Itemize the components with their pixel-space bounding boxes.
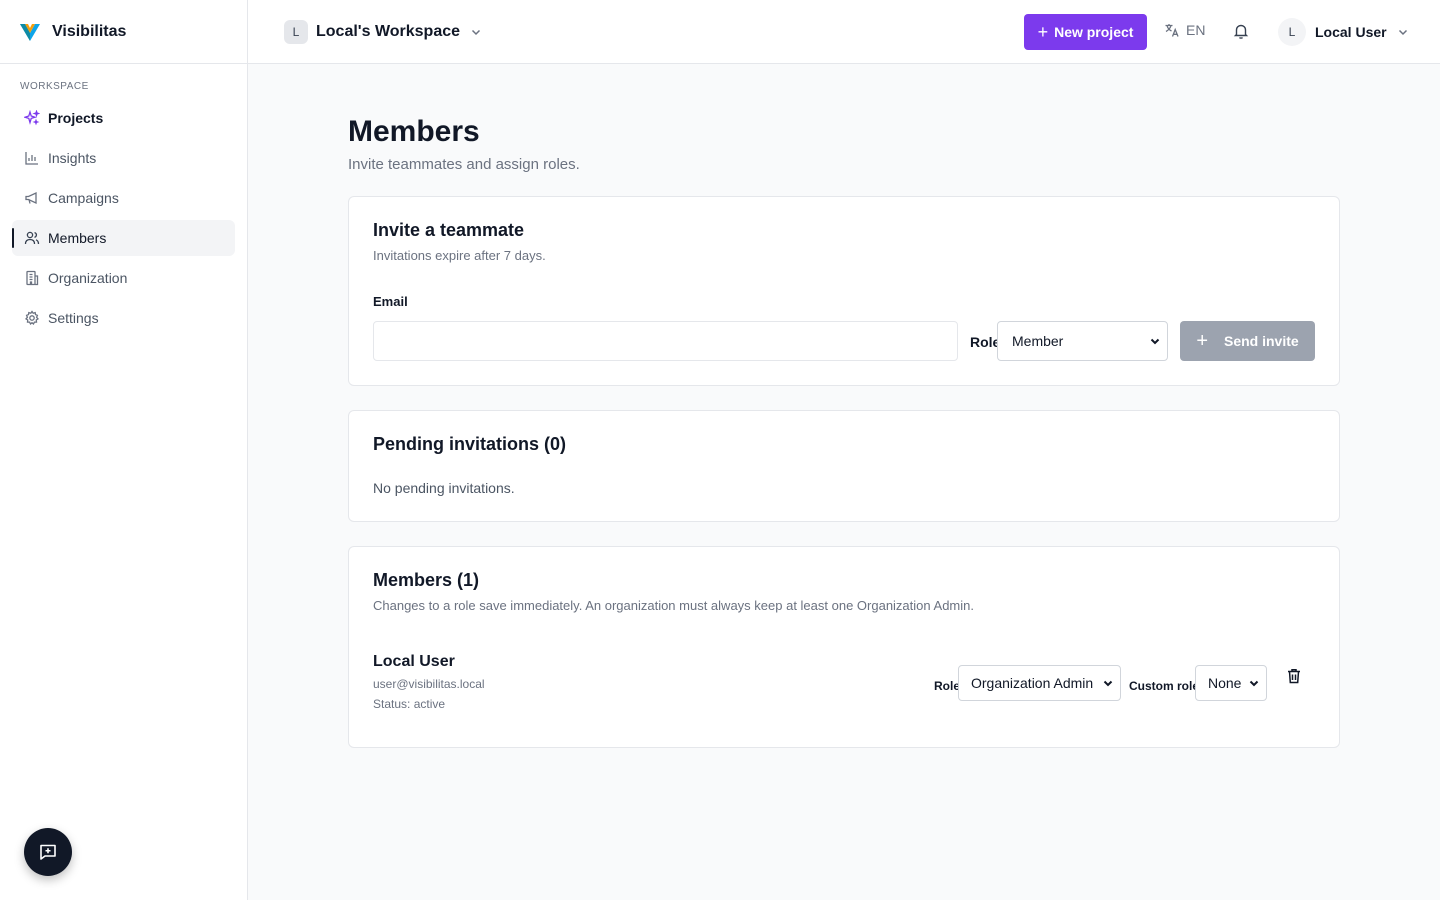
chevron-down-icon — [471, 29, 481, 36]
pending-invitations-card: Pending invitations (0) No pending invit… — [348, 410, 1340, 522]
sidebar-item-label: Insights — [48, 150, 97, 166]
brand[interactable]: Visibilitas — [0, 0, 247, 64]
gear-icon — [25, 310, 39, 326]
sidebar: Visibilitas Workspace Projects Insights … — [0, 0, 248, 900]
sidebar-item-settings[interactable]: Settings — [12, 300, 235, 336]
sparkles-icon — [24, 110, 40, 126]
sidebar-item-insights[interactable]: Insights — [12, 140, 235, 176]
app-name: Visibilitas — [52, 22, 127, 40]
chat-feedback-button[interactable] — [24, 828, 72, 876]
remove-member-button[interactable] — [1285, 667, 1305, 689]
user-name: Local User — [1315, 24, 1387, 40]
sidebar-item-organization[interactable]: Organization — [12, 260, 235, 296]
sidebar-item-label: Members — [48, 230, 107, 246]
sidebar-item-label: Campaigns — [48, 190, 119, 206]
plus-icon: + — [1196, 330, 1208, 352]
pending-empty-text: No pending invitations. — [373, 480, 515, 496]
role-label: Role — [970, 334, 1001, 350]
bar-chart-icon — [25, 152, 38, 165]
chevron-down-icon — [1103, 680, 1113, 687]
language-label: EN — [1186, 22, 1206, 38]
nav-section-label: Workspace — [20, 81, 89, 92]
users-icon — [24, 231, 40, 245]
invite-subtitle: Invitations expire after 7 days. — [373, 248, 546, 263]
custom-role-label: Custom role — [1129, 679, 1200, 693]
member-role-select[interactable]: Organization Admin — [958, 665, 1121, 701]
workspace-switcher[interactable]: L Local's Workspace — [284, 20, 482, 44]
logo-icon — [20, 23, 40, 41]
sidebar-item-label: Settings — [48, 310, 99, 326]
email-label: Email — [373, 294, 408, 309]
translate-icon — [1165, 24, 1179, 37]
topbar: L Local's Workspace + New project EN L L… — [248, 0, 1440, 64]
custom-role-select[interactable]: None — [1195, 665, 1267, 701]
new-project-button[interactable]: + New project — [1024, 14, 1147, 50]
member-name: Local User — [373, 653, 455, 670]
avatar: L — [1278, 18, 1306, 46]
sidebar-item-members[interactable]: Members — [12, 220, 235, 256]
chevron-down-icon — [1249, 680, 1259, 687]
invite-title: Invite a teammate — [373, 220, 525, 240]
member-email: user@visibilitas.local — [373, 677, 485, 691]
megaphone-icon — [25, 191, 37, 205]
user-menu[interactable]: L Local User — [1278, 18, 1409, 46]
workspace-avatar: L — [284, 20, 308, 44]
email-field[interactable] — [373, 321, 958, 361]
plus-icon: + — [1037, 22, 1049, 42]
bell-icon — [1233, 24, 1249, 39]
chevron-down-icon — [1150, 338, 1160, 345]
members-title: Members (1) — [373, 570, 480, 590]
member-status: Status: active — [373, 697, 446, 711]
list-item: Local User user@visibilitas.local Status… — [373, 653, 1317, 723]
role-select-value: Member — [1012, 333, 1064, 349]
sidebar-item-campaigns[interactable]: Campaigns — [12, 180, 235, 216]
members-card: Members (1) Changes to a role save immed… — [348, 546, 1340, 748]
building-icon — [26, 270, 39, 286]
chevron-down-icon — [1398, 29, 1407, 36]
language-switcher[interactable]: EN — [1164, 22, 1205, 38]
invite-card: Invite a teammate Invitations expire aft… — [348, 196, 1340, 386]
sidebar-item-label: Projects — [48, 110, 104, 126]
sidebar-item-label: Organization — [48, 270, 128, 286]
send-invite-label: Send invite — [1224, 333, 1299, 349]
message-plus-icon — [40, 844, 56, 860]
trash-icon — [1288, 669, 1300, 684]
workspace-name: Local's Workspace — [316, 23, 461, 40]
new-project-label: New project — [1054, 24, 1134, 40]
pending-title: Pending invitations (0) — [373, 434, 567, 454]
main-content: Members Invite teammates and assign role… — [348, 64, 1340, 748]
members-subtitle: Changes to a role save immediately. An o… — [373, 598, 974, 613]
page-title: Members — [348, 115, 480, 148]
member-role-value: Organization Admin — [971, 675, 1094, 691]
send-invite-button[interactable]: + Send invite — [1180, 321, 1315, 361]
notifications-button[interactable] — [1232, 22, 1250, 45]
sidebar-item-projects[interactable]: Projects — [12, 100, 235, 136]
page-subtitle: Invite teammates and assign roles. — [348, 156, 580, 173]
member-role-label: Role — [934, 679, 961, 693]
role-select[interactable]: Member — [997, 321, 1168, 361]
custom-role-value: None — [1208, 675, 1242, 691]
